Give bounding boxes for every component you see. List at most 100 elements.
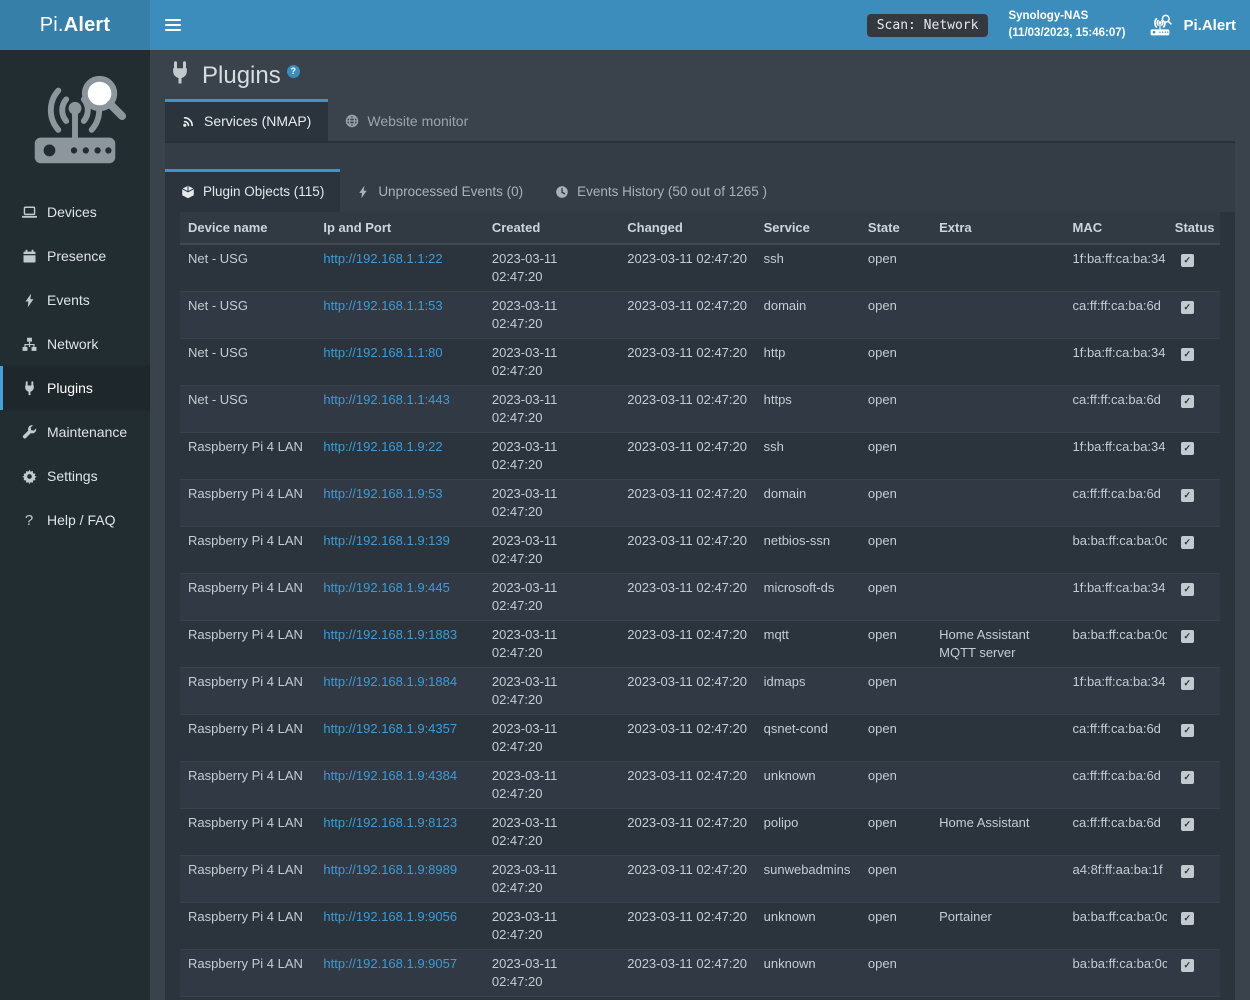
logo-bold: Alert <box>64 14 111 37</box>
ip-port-link[interactable]: http://192.168.1.9:53 <box>323 486 442 501</box>
sidebar-toggle-button[interactable] <box>150 0 196 50</box>
service-cell: unknown <box>756 997 860 1000</box>
mac-cell: 1f:ba:ff:ca:ba:34 <box>1065 244 1167 292</box>
ip-port-link[interactable]: http://192.168.1.9:445 <box>323 580 450 595</box>
host-name: Synology-NAS <box>1008 8 1125 25</box>
status-checkbox[interactable]: ✓ <box>1181 818 1194 831</box>
ip-port-link[interactable]: http://192.168.1.9:4357 <box>323 721 457 736</box>
status-checkbox[interactable]: ✓ <box>1181 442 1194 455</box>
ip-port-cell: http://192.168.1.9:1883 <box>315 621 483 668</box>
status-checkbox[interactable]: ✓ <box>1181 536 1194 549</box>
status-checkbox[interactable]: ✓ <box>1181 865 1194 878</box>
status-checkbox[interactable]: ✓ <box>1181 348 1194 361</box>
sidebar-item-help-faq[interactable]: ?Help / FAQ <box>0 498 150 542</box>
status-checkbox[interactable]: ✓ <box>1181 583 1194 596</box>
sidebar-item-plugins[interactable]: Plugins <box>0 366 150 410</box>
plugin-subtabs: Plugin Objects (115) Unprocessed Events … <box>165 169 1235 212</box>
ip-port-link[interactable]: http://192.168.1.1:53 <box>323 298 442 313</box>
service-cell: ssh <box>756 244 860 292</box>
tab-services-nmap[interactable]: Services (NMAP) <box>165 99 328 141</box>
ip-port-link[interactable]: http://192.168.1.9:8989 <box>323 862 457 877</box>
service-cell: unknown <box>756 903 860 950</box>
mac-cell: ba:ba:ff:ca:ba:0c <box>1065 527 1167 574</box>
ip-port-link[interactable]: http://192.168.1.1:80 <box>323 345 442 360</box>
mac-cell: ca:ff:ff:ca:ba:6d <box>1065 386 1167 433</box>
created-cell: 2023-03-11 02:47:20 <box>484 856 619 903</box>
ip-port-link[interactable]: http://192.168.1.9:139 <box>323 533 450 548</box>
column-header: Status <box>1167 212 1220 244</box>
state-cell: open <box>860 809 931 856</box>
status-checkbox[interactable]: ✓ <box>1181 677 1194 690</box>
state-cell: open <box>860 903 931 950</box>
bolt-icon <box>20 292 38 308</box>
created-cell: 2023-03-11 02:47:20 <box>484 903 619 950</box>
service-cell: domain <box>756 292 860 339</box>
status-cell: ✓ <box>1167 809 1220 856</box>
subtab-label: Plugin Objects (115) <box>203 184 324 199</box>
router-scan-icon <box>1145 13 1175 37</box>
wrench-icon <box>20 424 38 440</box>
ip-port-link[interactable]: http://192.168.1.9:9057 <box>323 956 457 971</box>
table-row: Raspberry Pi 4 LAN http://192.168.1.9:898… <box>180 856 1220 903</box>
mac-cell: ca:ff:ff:ca:ba:6d <box>1065 480 1167 527</box>
plug-icon <box>168 61 192 90</box>
device-name-cell: Raspberry Pi 4 LAN <box>180 621 315 668</box>
status-checkbox[interactable]: ✓ <box>1181 395 1194 408</box>
state-cell: open <box>860 244 931 292</box>
ip-port-link[interactable]: http://192.168.1.9:22 <box>323 439 442 454</box>
app-logo[interactable]: Pi.Alert <box>0 0 150 50</box>
ip-port-link[interactable]: http://192.168.1.9:9056 <box>323 909 457 924</box>
status-checkbox[interactable]: ✓ <box>1181 724 1194 737</box>
extra-cell <box>931 244 1064 292</box>
table-row: Net - USGhttp://192.168.1.1:4432023-03-1… <box>180 386 1220 433</box>
sidebar-item-events[interactable]: Events <box>0 278 150 322</box>
device-name-cell: Raspberry Pi 4 LAN <box>180 856 315 903</box>
sidebar-item-presence[interactable]: Presence <box>0 234 150 278</box>
ip-port-link[interactable]: http://192.168.1.9:4384 <box>323 768 457 783</box>
status-checkbox[interactable]: ✓ <box>1181 630 1194 643</box>
ip-port-link[interactable]: http://192.168.1.9:1884 <box>323 674 457 689</box>
subtab-plugin-objects[interactable]: Plugin Objects (115) <box>165 169 340 212</box>
page-help-badge[interactable]: ? <box>287 65 300 78</box>
status-cell: ✓ <box>1167 386 1220 433</box>
extra-cell <box>931 856 1064 903</box>
status-checkbox[interactable]: ✓ <box>1181 489 1194 502</box>
table-row: Net - USGhttp://192.168.1.1:222023-03-11… <box>180 244 1220 292</box>
extra-cell <box>931 433 1064 480</box>
created-cell: 2023-03-11 02:47:20 <box>484 950 619 997</box>
mac-cell: ca:ff:ff:ca:ba:6d <box>1065 809 1167 856</box>
status-checkbox[interactable]: ✓ <box>1181 959 1194 972</box>
sitemap-icon <box>20 336 38 352</box>
mac-cell: ba:ba:ff:ca:ba:0c <box>1065 621 1167 668</box>
extra-cell <box>931 762 1064 809</box>
created-cell: 2023-03-11 02:47:20 <box>484 292 619 339</box>
mac-cell: 1f:ba:ff:ca:ba:34 <box>1065 339 1167 386</box>
sidebar-item-devices[interactable]: Devices <box>0 190 150 234</box>
status-checkbox[interactable]: ✓ <box>1181 771 1194 784</box>
column-header: Service <box>756 212 860 244</box>
status-cell: ✓ <box>1167 856 1220 903</box>
content: Plugins ? Services (NMAP) Website monito… <box>150 50 1250 1000</box>
status-checkbox[interactable]: ✓ <box>1181 912 1194 925</box>
sidebar-item-settings[interactable]: Settings <box>0 454 150 498</box>
ip-port-link[interactable]: http://192.168.1.1:443 <box>323 392 450 407</box>
ip-port-link[interactable]: http://192.168.1.9:1883 <box>323 627 457 642</box>
tab-website-monitor[interactable]: Website monitor <box>328 99 485 141</box>
subtab-events-history[interactable]: Events History (50 out of 1265 ) <box>539 169 783 212</box>
status-checkbox[interactable]: ✓ <box>1181 301 1194 314</box>
subtab-unprocessed-events[interactable]: Unprocessed Events (0) <box>340 169 539 212</box>
device-name-cell: Raspberry Pi 4 LAN <box>180 527 315 574</box>
status-checkbox[interactable]: ✓ <box>1181 254 1194 267</box>
sidebar-item-maintenance[interactable]: Maintenance <box>0 410 150 454</box>
changed-cell: 2023-03-11 02:47:20 <box>619 527 755 574</box>
table-row: Raspberry Pi 4 LANhttp://192.168.1.9:532… <box>180 480 1220 527</box>
sidebar-item-network[interactable]: Network <box>0 322 150 366</box>
status-cell: ✓ <box>1167 527 1220 574</box>
plug-icon <box>20 380 38 396</box>
extra-cell: Portainer <box>931 903 1064 950</box>
device-name-cell: Raspberry Pi 4 LAN <box>180 997 315 1000</box>
ip-port-link[interactable]: http://192.168.1.9:8123 <box>323 815 457 830</box>
ip-port-link[interactable]: http://192.168.1.1:22 <box>323 251 442 266</box>
column-header: Ip and Port <box>315 212 483 244</box>
extra-cell <box>931 715 1064 762</box>
